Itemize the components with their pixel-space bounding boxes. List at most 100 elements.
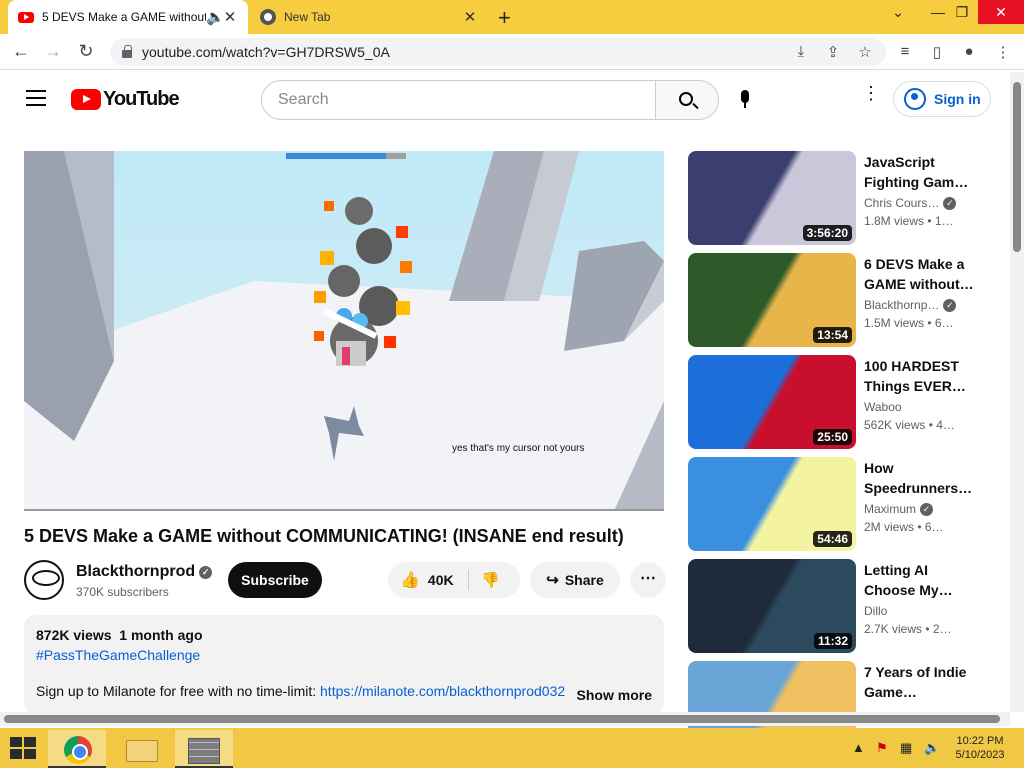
restore-button[interactable]: ❐ — [944, 0, 980, 24]
side-panel-icon[interactable]: ▯ — [928, 43, 946, 61]
tab-title: 5 DEVS Make a GAME without COMMUNICATING… — [42, 10, 206, 24]
tray-expand-icon[interactable]: ▲ — [852, 740, 865, 755]
settings-kebab-icon[interactable]: ⋮ — [862, 84, 880, 102]
new-tab-button[interactable]: + — [498, 5, 511, 31]
video-caption: yes that's my cursor not yours — [452, 443, 585, 454]
duration-badge: 25:50 — [813, 429, 852, 445]
tab-new-tab[interactable]: New Tab ✕ — [250, 0, 488, 34]
recommended-channel[interactable]: Maximum ✓ — [864, 502, 934, 516]
youtube-play-icon — [71, 89, 101, 110]
hamburger-menu-icon[interactable] — [26, 90, 46, 111]
tab-youtube[interactable]: 5 DEVS Make a GAME without COMMUNICATING… — [8, 0, 248, 34]
milanote-link[interactable]: https://milanote.com/blackthornprod032 — [320, 683, 565, 699]
recommended-video[interactable]: 11:32 Letting AI Choose My… Dillo 2.7K view… — [688, 559, 988, 653]
lock-icon[interactable] — [122, 45, 132, 58]
windows-start-icon[interactable] — [10, 737, 38, 761]
taskbar-file-explorer[interactable] — [113, 730, 171, 768]
video-title: 5 DEVS Make a GAME without COMMUNICATING… — [24, 526, 624, 546]
close-tab-icon[interactable]: ✕ — [222, 8, 238, 26]
subscriber-count: 370K subscribers — [76, 585, 169, 599]
browser-menu-icon[interactable]: ⋮ — [994, 43, 1012, 61]
url-text[interactable]: youtube.com/watch?v=GH7DRSW5_0A — [142, 44, 390, 60]
recommended-views: 1.5M views • 6… — [864, 316, 954, 330]
subscribe-button[interactable]: Subscribe — [228, 562, 322, 598]
duration-badge: 11:32 — [813, 633, 852, 649]
video-thumbnail[interactable]: 11:32 — [688, 559, 856, 653]
like-dislike-group: 👍 40K 👎 — [388, 562, 520, 598]
recommended-views: 1.8M views • 1… — [864, 214, 954, 228]
recommended-video[interactable]: 54:46 How Speedrunners… Maximum ✓ 2M views •… — [688, 457, 988, 551]
youtube-favicon-icon — [18, 11, 34, 23]
recommended-views: 562K views • 4… — [864, 418, 955, 432]
view-stats: 872K views 1 month ago — [36, 627, 203, 643]
recommended-video-title[interactable]: 100 HARDEST Things EVER… — [864, 356, 974, 396]
flag-icon[interactable]: ⚑ — [876, 740, 888, 756]
like-button[interactable]: 👍 40K — [400, 562, 454, 598]
duration-badge: 3:56:20 — [802, 225, 852, 241]
close-tab-icon[interactable]: ✕ — [462, 8, 478, 26]
horizontal-scrollbar[interactable] — [0, 712, 1010, 726]
thumbs-up-icon: 👍 — [400, 572, 420, 589]
account-circle-icon — [904, 88, 926, 110]
recommended-video-title[interactable]: JavaScript Fighting Gam… — [864, 152, 974, 192]
thumbs-down-icon[interactable]: 👎 — [481, 571, 500, 589]
taskbar-clock[interactable]: 10:22 PM 5/10/2023 — [946, 734, 1014, 762]
recommended-video-title[interactable]: 7 Years of Indie Game… — [864, 662, 974, 702]
channel-name-link[interactable]: Blackthornprod ✓ — [76, 563, 213, 581]
recommended-video-title[interactable]: How Speedrunners… — [864, 458, 974, 498]
sign-in-label: Sign in — [934, 91, 981, 107]
recommended-views: 2M views • 6… — [864, 520, 944, 534]
recommended-channel[interactable]: Waboo — [864, 400, 902, 414]
search-button[interactable] — [655, 80, 719, 120]
vertical-scrollbar[interactable] — [1010, 72, 1024, 712]
video-thumbnail[interactable]: 54:46 — [688, 457, 856, 551]
description-box[interactable]: 872K views 1 month ago #PassTheGameChall… — [24, 615, 664, 715]
recommended-video-title[interactable]: 6 DEVS Make a GAME without… — [864, 254, 974, 294]
network-icon[interactable]: ▦ — [900, 740, 912, 756]
chrome-icon — [64, 736, 92, 764]
duration-badge: 54:46 — [813, 531, 852, 547]
video-progress-bar[interactable] — [24, 509, 664, 511]
bookmark-star-icon[interactable]: ☆ — [856, 43, 874, 61]
video-thumbnail[interactable]: 25:50 — [688, 355, 856, 449]
tab-search-icon[interactable]: ⌄ — [880, 0, 916, 24]
reload-icon[interactable]: ↻ — [75, 41, 97, 62]
taskbar-app[interactable] — [175, 730, 233, 768]
taskbar-chrome[interactable] — [48, 730, 106, 768]
profile-icon[interactable]: ● — [960, 43, 978, 60]
recommended-video[interactable]: 13:54 6 DEVS Make a GAME without… Blacktho… — [688, 253, 988, 347]
recommended-video-title[interactable]: Letting AI Choose My… — [864, 560, 974, 600]
volume-icon[interactable]: 🔈 — [924, 740, 940, 756]
share-button[interactable]: ↪ Share — [530, 562, 620, 598]
recommended-channel[interactable]: Dillo — [864, 604, 887, 618]
youtube-masthead: YouTube Search ⋮ Sign in — [0, 72, 1010, 128]
forward-arrow-icon[interactable]: → — [42, 41, 64, 62]
browser-toolbar: ← → ↻ youtube.com/watch?v=GH7DRSW5_0A ⤓ … — [0, 34, 1024, 70]
recommended-channel[interactable]: Blackthornp… ✓ — [864, 298, 957, 312]
hashtag-link[interactable]: #PassTheGameChallenge — [36, 647, 652, 663]
share-page-icon[interactable]: ⇪ — [824, 43, 842, 61]
youtube-logo[interactable]: YouTube — [71, 88, 180, 111]
show-more-button[interactable]: Show more — [572, 687, 652, 703]
video-player[interactable]: yes that's my cursor not yours — [24, 151, 664, 511]
recommended-video[interactable]: 25:50 100 HARDEST Things EVER… Waboo 562K v… — [688, 355, 988, 449]
channel-avatar[interactable] — [24, 560, 64, 600]
chrome-favicon-icon — [260, 9, 276, 25]
sign-in-button[interactable]: Sign in — [893, 81, 991, 117]
close-window-button[interactable]: ✕ — [978, 0, 1024, 24]
browser-tab-strip: 5 DEVS Make a GAME without COMMUNICATING… — [0, 0, 1024, 34]
audio-icon[interactable]: 🔈 — [206, 8, 225, 26]
microphone-icon[interactable] — [739, 90, 751, 110]
search-input[interactable]: Search — [261, 80, 656, 120]
duration-badge: 13:54 — [813, 327, 852, 343]
recommended-channel[interactable]: Chris Cours… ✓ — [864, 196, 957, 210]
video-thumbnail[interactable]: 13:54 — [688, 253, 856, 347]
video-thumbnail[interactable]: 3:56:20 — [688, 151, 856, 245]
channel-row: Blackthornprod ✓ 370K subscribers Subscri… — [24, 560, 666, 600]
media-control-icon[interactable]: ≡ — [896, 43, 914, 60]
install-icon[interactable]: ⤓ — [792, 43, 810, 60]
address-bar[interactable]: youtube.com/watch?v=GH7DRSW5_0A — [110, 38, 886, 66]
recommended-video[interactable]: 3:56:20 JavaScript Fighting Gam… Chris Cou… — [688, 151, 988, 245]
back-arrow-icon[interactable]: ← — [10, 41, 32, 62]
more-actions-button[interactable]: ⋯ — [630, 562, 666, 598]
